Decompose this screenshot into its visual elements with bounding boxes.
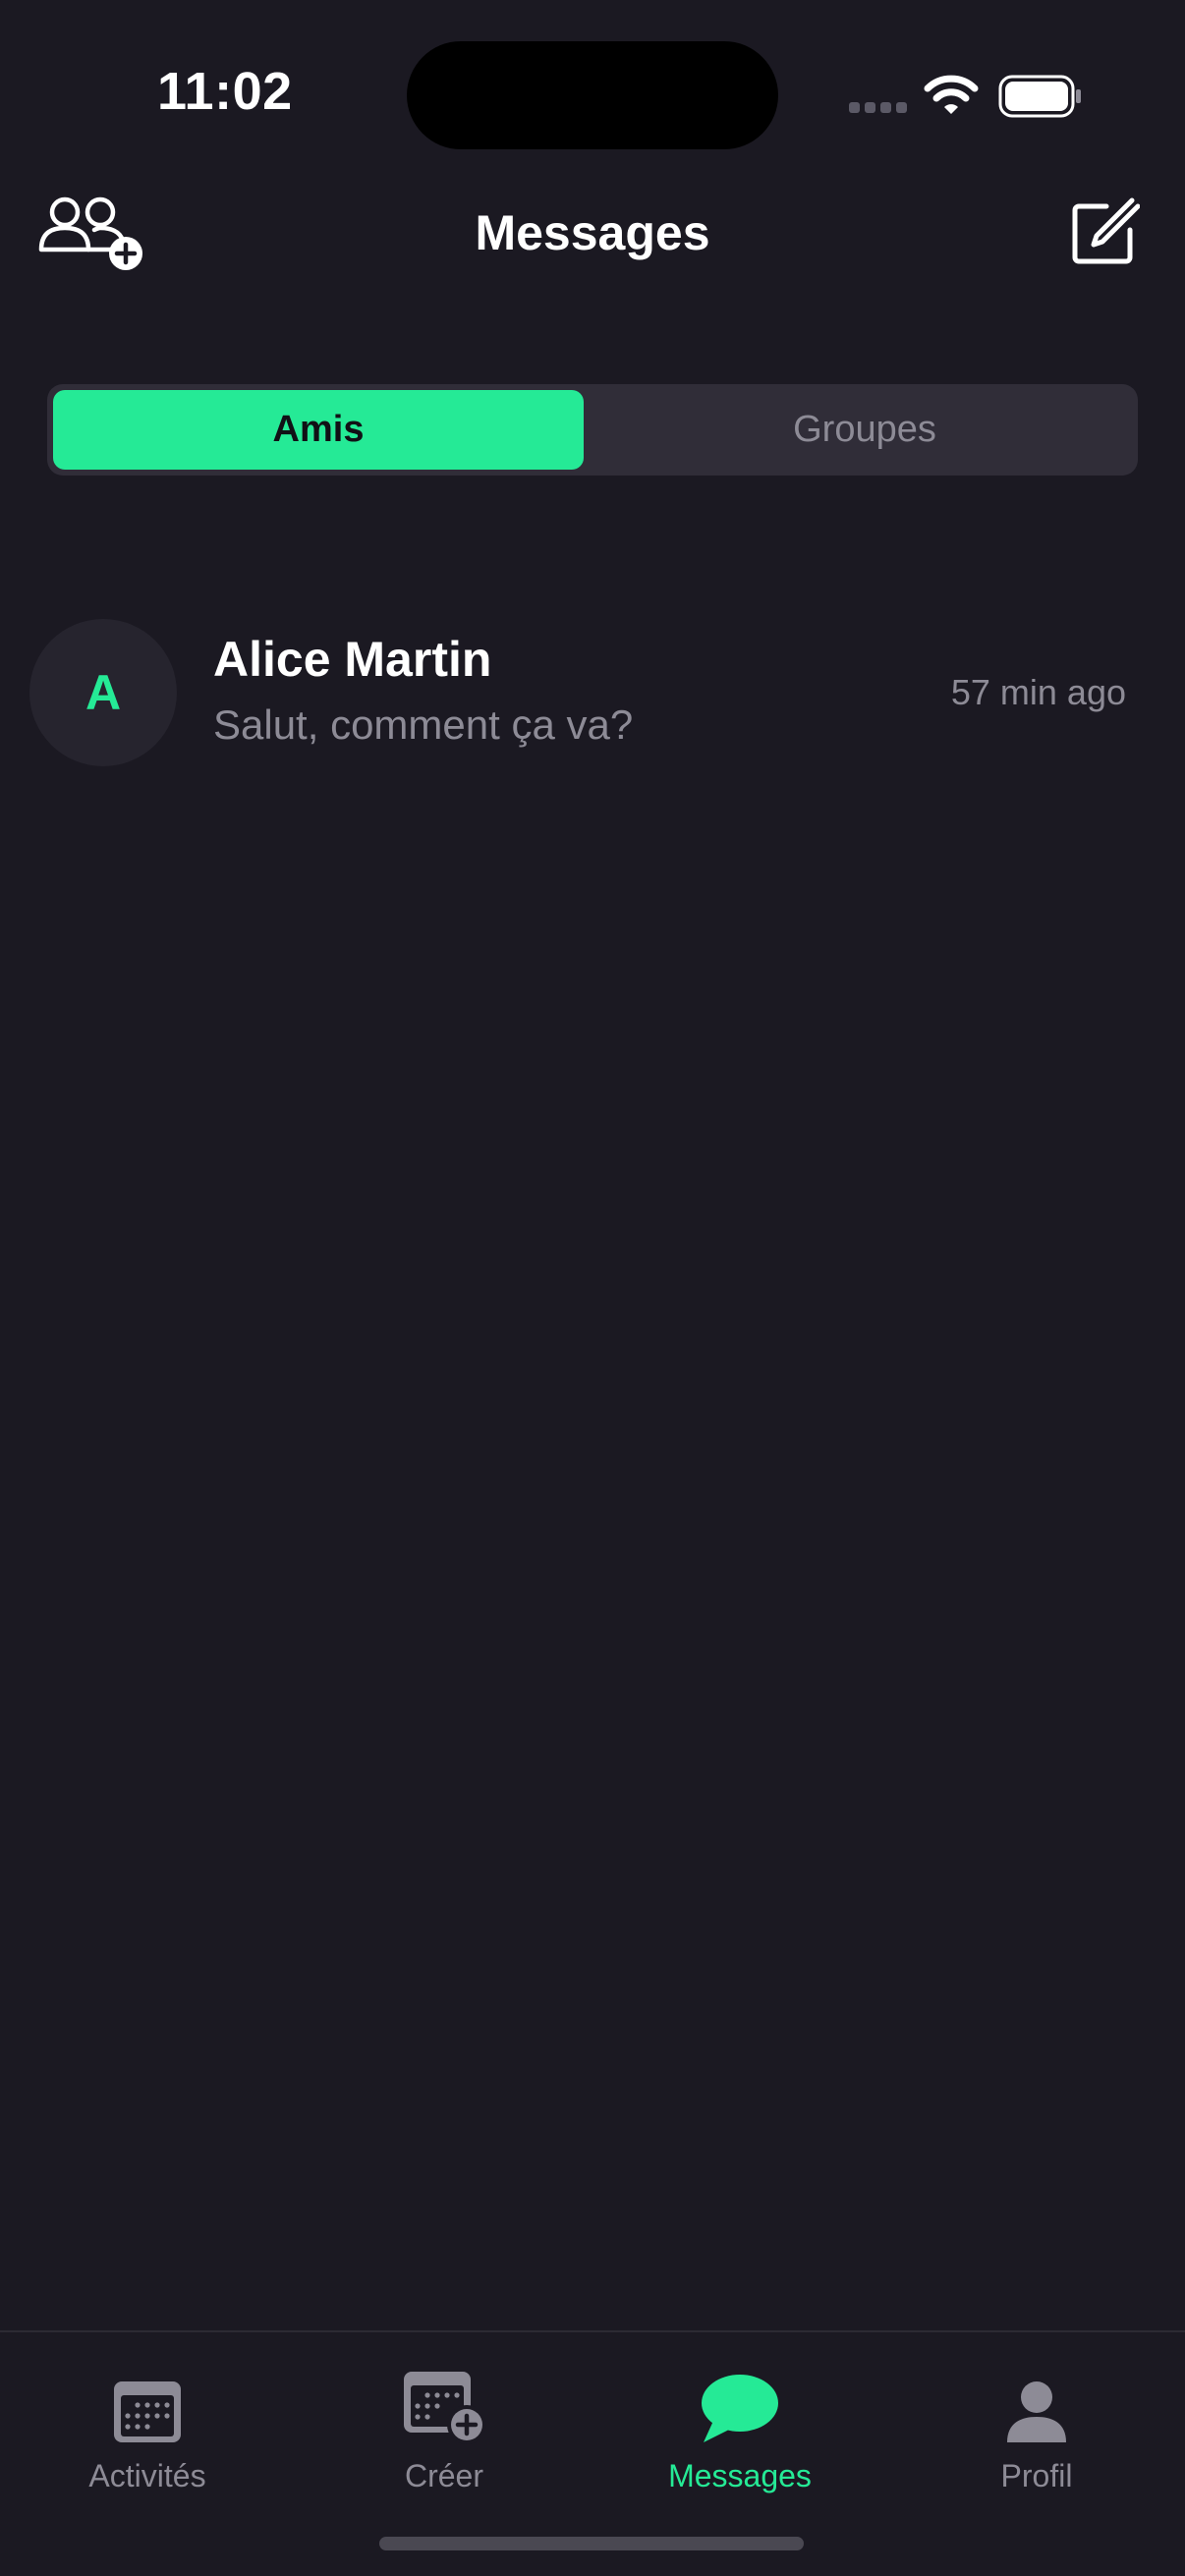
friends-groups-segmented-control: Amis Groupes [47,384,1138,476]
chat-bubble-icon [702,2375,778,2442]
tab-label: Profil [1000,2458,1073,2493]
tab-creer[interactable]: Créer [297,2350,592,2497]
tab-messages[interactable]: Messages [592,2350,887,2497]
avatar: A [29,619,177,766]
tab-profil[interactable]: Profil [889,2350,1184,2497]
calendar-add-icon [404,2372,486,2444]
conversation-name: Alice Martin [213,632,492,687]
status-time: 11:02 [157,62,293,121]
tab-label: Créer [404,2458,483,2493]
home-indicator[interactable] [379,2537,804,2550]
tab-label: Activités [88,2458,206,2493]
tab-activites[interactable]: Activités [0,2350,295,2497]
calendar-icon [114,2381,181,2442]
cellular-signal-icon [849,102,907,113]
segment-groupes[interactable]: Groupes [597,390,1132,470]
segment-amis[interactable]: Amis [53,390,584,470]
compose-icon[interactable] [1069,196,1140,267]
conversation-row[interactable]: A Alice Martin Salut, comment ça va? 57 … [0,609,1185,776]
messages-screen: 11:02 Messages Amis Groupes A Alice Mart… [0,0,1185,2576]
wifi-icon [924,75,979,114]
dynamic-island [407,41,778,149]
battery-icon [998,75,1081,118]
person-icon [1007,2381,1066,2442]
conversation-time: 57 min ago [950,672,1126,712]
page-title: Messages [475,205,710,260]
conversation-preview: Salut, comment ça va? [213,701,634,748]
tab-label: Messages [668,2458,812,2493]
